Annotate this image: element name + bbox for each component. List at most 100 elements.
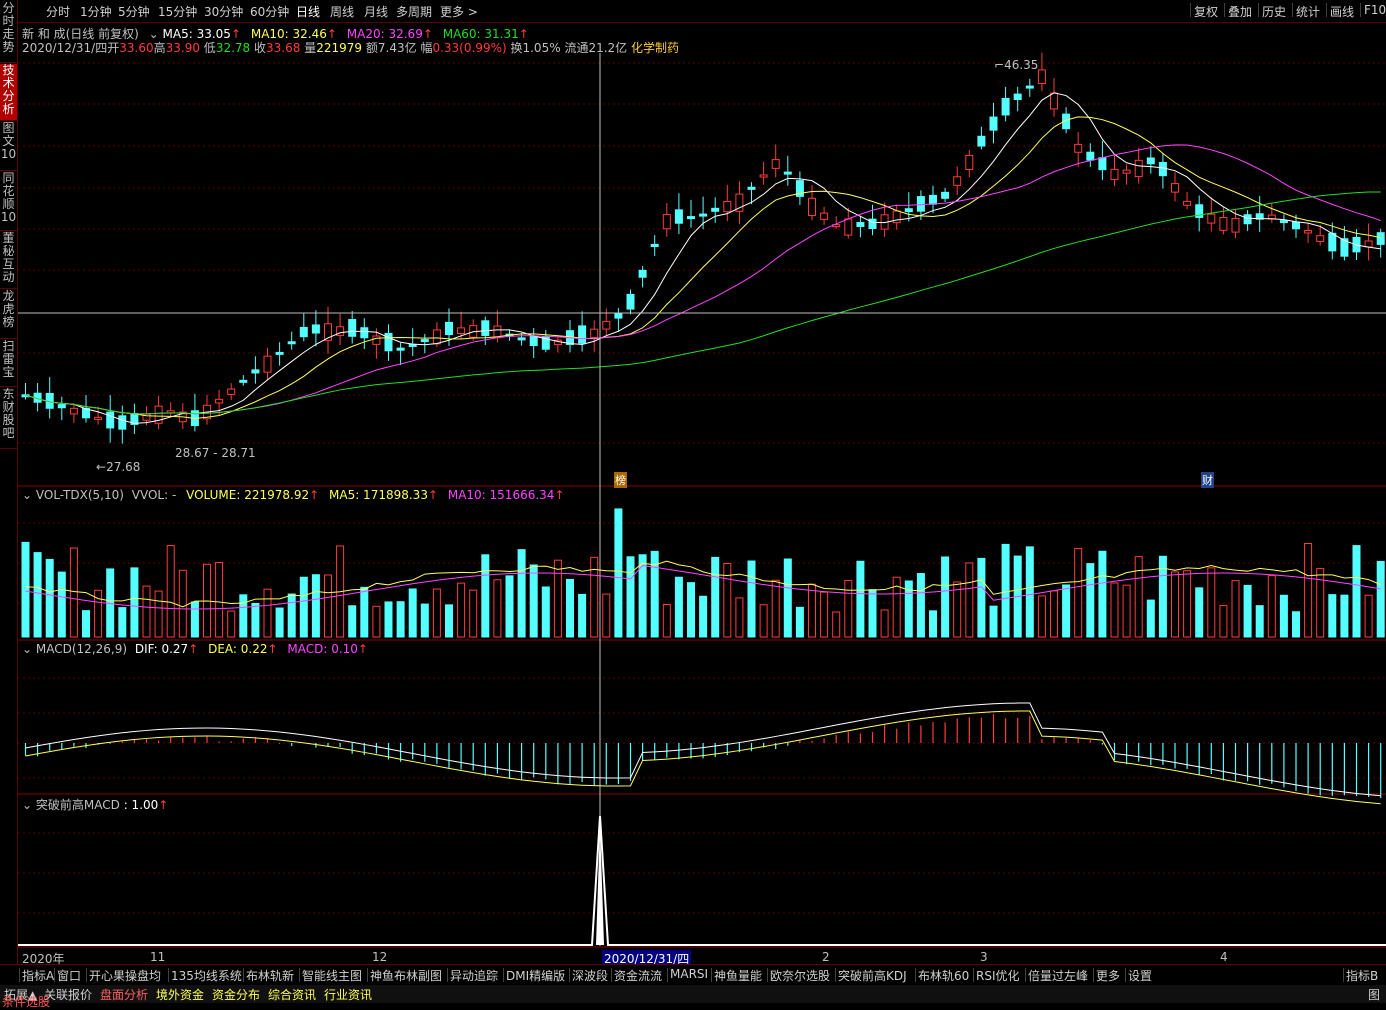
volume-bar-62 <box>771 579 780 638</box>
leftnav-item-6[interactable]: 扫雷宝 <box>0 340 17 387</box>
info-tab-3[interactable]: 境外资金 <box>156 986 204 1003</box>
indicator-tab-2[interactable]: 开心果操盘均 <box>89 967 161 984</box>
candle-body-36 <box>457 327 466 335</box>
indicator-tab-20[interactable]: 指标B <box>1346 967 1378 984</box>
candle-body-20 <box>263 355 272 373</box>
high-annotation: ⌐46.35 <box>994 58 1038 72</box>
indicator-tab-19[interactable]: 设置 <box>1128 967 1152 984</box>
vol-legend: ⌄ VOL-TDX(5,10) VVOL: - VOLUME: 221978.9… <box>22 488 565 502</box>
volume-bar-16 <box>215 561 224 638</box>
indicator-tab-18[interactable]: 更多 <box>1096 967 1120 984</box>
period-tab-2[interactable]: 5分钟 <box>118 3 150 20</box>
volume-bar-101 <box>1243 584 1252 638</box>
vol-collapse-icon[interactable]: ⌄ <box>22 488 32 502</box>
candle-body-69 <box>856 222 865 227</box>
indicator-tab-15[interactable]: 布林轨60 <box>918 967 969 984</box>
chart-toggle-tab[interactable]: 图 <box>1368 986 1380 1003</box>
volume-bar-88 <box>1086 563 1095 638</box>
volume-bar-20 <box>263 588 272 638</box>
volume-bar-90 <box>1110 582 1119 638</box>
tool-tab-2[interactable]: 历史 <box>1262 3 1286 20</box>
indicator-tab-8[interactable]: DMI精编版 <box>506 967 565 984</box>
info-tab-5[interactable]: 综合资讯 <box>268 986 316 1003</box>
candle-body-60 <box>747 186 756 190</box>
volume-bar-0 <box>21 541 30 638</box>
vol-ma10-value: MA10: 151666.34 <box>447 488 555 502</box>
indicator-tab-13[interactable]: 欧奈尔选股 <box>770 967 830 984</box>
candle-body-76 <box>941 191 950 199</box>
volume-bar-105 <box>1292 611 1300 638</box>
indicator-tab-0[interactable]: 指标A <box>22 967 54 984</box>
period-tab-3[interactable]: 15分钟 <box>158 3 197 20</box>
info-tab-1[interactable]: 关联报价 <box>44 986 92 1003</box>
finance-marker[interactable]: 财 <box>1201 472 1214 488</box>
volume-bar-28 <box>360 586 369 638</box>
candle-body-83 <box>1025 85 1034 89</box>
info-tab-4[interactable]: 资金分布 <box>212 986 260 1003</box>
macd-arrow-icon: ↑ <box>357 642 368 656</box>
indicator-tab-12[interactable]: 神鱼量能 <box>714 967 762 984</box>
volume-bar-45 <box>566 578 574 638</box>
candle-body-96 <box>1183 200 1192 206</box>
tool-tab-1[interactable]: 叠加 <box>1228 3 1252 20</box>
indicator-tab-7[interactable]: 异动追踪 <box>450 967 498 984</box>
volume-bar-11 <box>154 590 163 638</box>
indicator-tab-16[interactable]: RSI优化 <box>976 967 1020 984</box>
period-tab-0[interactable]: 分时 <box>46 3 70 20</box>
volume-bar-8 <box>118 607 127 638</box>
info-tab-6[interactable]: 行业资讯 <box>324 986 372 1003</box>
tool-tab-3[interactable]: 统计 <box>1296 3 1320 20</box>
leftnav-item-4[interactable]: 董秘互动 <box>0 232 17 289</box>
volume-bar-4 <box>69 547 78 638</box>
period-tab-1[interactable]: 1分钟 <box>80 3 112 20</box>
leftnav-item-1[interactable]: 技术分析 <box>0 64 17 121</box>
indicator-tab-11[interactable]: MARSI <box>670 967 708 981</box>
volume-bar-98 <box>1207 567 1216 638</box>
leftnav-item-3[interactable]: 同花顺10 <box>0 172 17 231</box>
indicator-tab-9[interactable]: 深波段 <box>572 967 608 984</box>
volume-bar-22 <box>287 593 296 638</box>
leftnav-item-5[interactable]: 龙虎榜 <box>0 290 17 339</box>
period-tab-5[interactable]: 60分钟 <box>250 3 289 20</box>
vol-ma10-arrow-icon: ↑ <box>554 488 565 502</box>
leftnav-item-0[interactable]: 分时走势 <box>0 2 17 63</box>
break-collapse-icon[interactable]: ⌄ <box>22 798 32 812</box>
period-tab-8[interactable]: 月线 <box>364 3 388 20</box>
indicator-tab-5[interactable]: 智能线主图 <box>302 967 362 984</box>
billboard-marker[interactable]: 榜 <box>614 472 627 488</box>
indicator-tab-10[interactable]: 资金流流 <box>614 967 662 984</box>
candle-body-56 <box>699 213 708 217</box>
period-tab-7[interactable]: 周线 <box>330 3 354 20</box>
volume-bar-40 <box>505 575 514 638</box>
volume-bar-49 <box>614 508 623 638</box>
candle-body-61 <box>759 174 768 178</box>
info-tab-2[interactable]: 盘面分析 <box>100 986 148 1003</box>
period-tab-10[interactable]: 更多 > <box>440 3 478 20</box>
leftnav-item-2[interactable]: 图文10 <box>0 122 17 171</box>
indicator-tab-3[interactable]: 135均线系统 <box>171 967 242 984</box>
period-tab-4[interactable]: 30分钟 <box>204 3 243 20</box>
candle-body-68 <box>844 218 853 236</box>
indicator-tab-1[interactable]: 窗口 <box>57 967 81 984</box>
candle-body-48 <box>602 320 611 330</box>
candle-body-49 <box>614 312 623 319</box>
volume-bar-97 <box>1195 587 1204 638</box>
indicator-tab-17[interactable]: 倍量过左峰 <box>1028 967 1088 984</box>
volume-bar-30 <box>384 601 393 638</box>
condition-select-tab[interactable]: 条件选股 <box>2 993 50 1010</box>
time-axis-label-1: 11 <box>150 950 166 964</box>
candle-body-31 <box>396 347 405 351</box>
tool-tab-0[interactable]: 复权 <box>1194 3 1218 20</box>
macd-collapse-icon[interactable]: ⌄ <box>22 642 32 656</box>
candle-body-29 <box>372 335 381 345</box>
candle-body-63 <box>783 171 792 175</box>
indicator-tab-4[interactable]: 布林轨新 <box>246 967 294 984</box>
indicator-tab-6[interactable]: 神鱼布林副图 <box>370 967 442 984</box>
period-tab-6[interactable]: 日线 <box>296 3 320 20</box>
period-tab-9[interactable]: 多周期 <box>396 3 432 20</box>
leftnav-item-7[interactable]: 东财股吧 <box>0 388 17 449</box>
volume-bar-5 <box>82 610 90 638</box>
tool-tab-4[interactable]: 画线 <box>1330 3 1354 20</box>
indicator-tab-14[interactable]: 突破前高KDJ <box>838 967 907 984</box>
tool-tab-5[interactable]: F10 <box>1364 3 1386 17</box>
